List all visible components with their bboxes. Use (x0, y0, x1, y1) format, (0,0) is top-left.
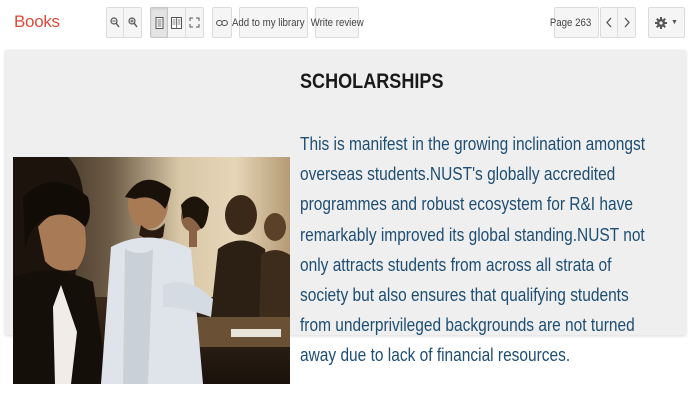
add-to-library-button[interactable]: Add to my library▼ (232, 7, 320, 38)
single-page-icon (155, 16, 164, 29)
page-select-button[interactable]: Page 263▼ (550, 7, 606, 38)
zoom-in-button[interactable] (124, 7, 142, 38)
single-page-view-button[interactable] (150, 7, 168, 38)
write-review-label: Write review (310, 16, 364, 29)
link-button[interactable] (212, 7, 232, 38)
fullscreen-icon (189, 17, 200, 28)
zoom-out-icon (110, 17, 120, 28)
chevron-right-icon (624, 17, 630, 28)
two-page-icon (171, 16, 182, 29)
caret-down-icon: ▼ (671, 19, 678, 26)
add-to-library-label: Add to my library (231, 16, 305, 29)
brand-link[interactable]: Books (14, 12, 60, 32)
toolbar: Books Add to my library Write review Pag… (0, 0, 700, 44)
page-indicator: Page 263 (550, 16, 592, 29)
view-mode-controls (150, 7, 204, 38)
next-page-button[interactable] (618, 7, 636, 38)
fullscreen-button[interactable] (186, 7, 204, 38)
zoom-controls (106, 7, 142, 38)
link-icon (216, 19, 228, 27)
students-lecture-photo (13, 157, 290, 384)
zoom-out-button[interactable] (106, 7, 124, 38)
previous-page-button[interactable] (600, 7, 618, 38)
section-paragraph: This is manifest in the growing inclinat… (300, 134, 646, 366)
section-heading: SCHOLARSHIPS (300, 70, 444, 93)
write-review-button[interactable]: Write review (310, 7, 364, 38)
page-nav-controls (600, 7, 636, 38)
two-page-view-button[interactable] (168, 7, 186, 38)
chevron-left-icon (606, 17, 612, 28)
gear-icon (655, 16, 668, 29)
zoom-in-icon (127, 17, 138, 28)
settings-button[interactable]: ▼ (648, 7, 685, 38)
